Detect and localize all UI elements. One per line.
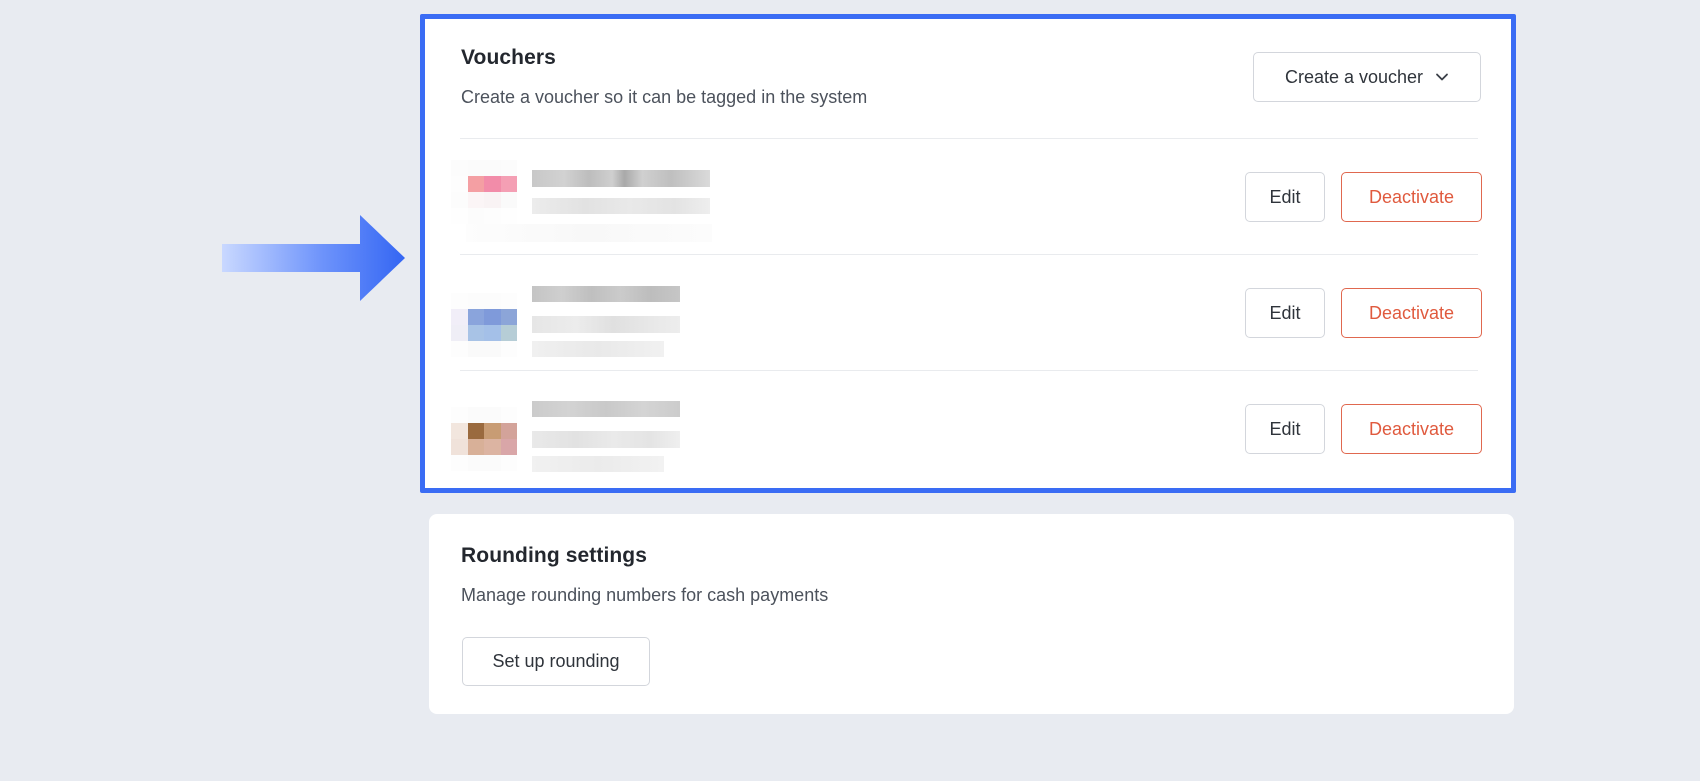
blurred-line [532, 341, 664, 357]
thumbnail-pixel [467, 176, 484, 192]
rounding-settings-card: Rounding settings Manage rounding number… [429, 514, 1514, 714]
thumbnail-pixel [484, 423, 501, 439]
thumbnail-pixel [484, 309, 501, 325]
blurred-line [532, 198, 710, 214]
rounding-title: Rounding settings [461, 544, 648, 567]
thumbnail-pixel [451, 455, 468, 471]
thumbnail-pixel [451, 439, 468, 455]
thumbnail-pixel [467, 208, 484, 224]
thumbnail-pixel [451, 407, 468, 423]
voucher-thumbnail [451, 293, 517, 357]
create-voucher-label: Create a voucher [1284, 66, 1424, 87]
thumbnail-pixel [467, 439, 484, 455]
deactivate-button[interactable]: Deactivate [1341, 172, 1482, 222]
thumbnail-pixel [500, 423, 517, 439]
blurred-line [466, 224, 712, 242]
thumbnail-pixel [500, 309, 517, 325]
voucher-details-blurred [532, 286, 680, 372]
edit-button[interactable]: Edit [1245, 404, 1325, 454]
thumbnail-pixel [484, 160, 501, 176]
deactivate-button[interactable]: Deactivate [1341, 404, 1482, 454]
thumbnail-pixel [500, 208, 517, 224]
vouchers-subtitle: Create a voucher so it can be tagged in … [461, 87, 868, 107]
thumbnail-pixel [484, 325, 501, 341]
thumbnail-pixel [451, 325, 468, 341]
divider [460, 370, 1478, 371]
thumbnail-pixel [451, 309, 468, 325]
thumbnail-pixel [467, 309, 484, 325]
thumbnail-pixel [500, 407, 517, 423]
thumbnail-pixel [484, 407, 501, 423]
thumbnail-pixel [451, 341, 468, 357]
thumbnail-pixel [451, 293, 468, 309]
thumbnail-pixel [484, 439, 501, 455]
thumbnail-pixel [500, 293, 517, 309]
thumbnail-pixel [467, 455, 484, 471]
create-voucher-button[interactable]: Create a voucher [1253, 52, 1481, 102]
thumbnail-pixel [451, 208, 468, 224]
set-up-rounding-button[interactable]: Set up rounding [462, 637, 650, 686]
arrow-right-icon [222, 215, 405, 301]
divider [460, 254, 1478, 255]
thumbnail-pixel [500, 439, 517, 455]
rounding-subtitle: Manage rounding numbers for cash payment… [461, 585, 829, 605]
thumbnail-pixel [484, 455, 501, 471]
thumbnail-pixel [467, 325, 484, 341]
thumbnail-pixel [467, 341, 484, 357]
edit-button[interactable]: Edit [1245, 172, 1325, 222]
thumbnail-pixel [467, 407, 484, 423]
blurred-line [532, 316, 680, 333]
thumbnail-pixel [451, 192, 468, 208]
blurred-line [532, 401, 680, 417]
vouchers-card: Vouchers Create a voucher so it can be t… [428, 22, 1508, 485]
blurred-line [532, 431, 680, 448]
edit-button[interactable]: Edit [1245, 288, 1325, 338]
thumbnail-pixel [484, 293, 501, 309]
thumbnail-pixel [500, 455, 517, 471]
deactivate-button[interactable]: Deactivate [1341, 288, 1482, 338]
thumbnail-pixel [500, 176, 517, 192]
blurred-line [532, 170, 710, 187]
thumbnail-pixel [451, 423, 468, 439]
voucher-thumbnail [451, 160, 517, 224]
thumbnail-pixel [500, 160, 517, 176]
thumbnail-pixel [484, 176, 501, 192]
thumbnail-pixel [467, 160, 484, 176]
thumbnail-pixel [484, 192, 501, 208]
thumbnail-pixel [500, 325, 517, 341]
thumbnail-pixel [467, 192, 484, 208]
blurred-line [532, 286, 680, 302]
thumbnail-pixel [484, 341, 501, 357]
thumbnail-pixel [484, 208, 501, 224]
chevron-down-icon [1436, 73, 1448, 81]
voucher-thumbnail [451, 407, 517, 471]
thumbnail-pixel [500, 192, 517, 208]
voucher-details-blurred [466, 170, 712, 242]
divider [460, 138, 1478, 139]
thumbnail-pixel [451, 160, 468, 176]
thumbnail-pixel [467, 423, 484, 439]
vouchers-title: Vouchers [461, 46, 556, 69]
blurred-line [532, 456, 664, 472]
thumbnail-pixel [500, 341, 517, 357]
thumbnail-pixel [467, 293, 484, 309]
thumbnail-pixel [451, 176, 468, 192]
voucher-details-blurred [532, 401, 680, 487]
